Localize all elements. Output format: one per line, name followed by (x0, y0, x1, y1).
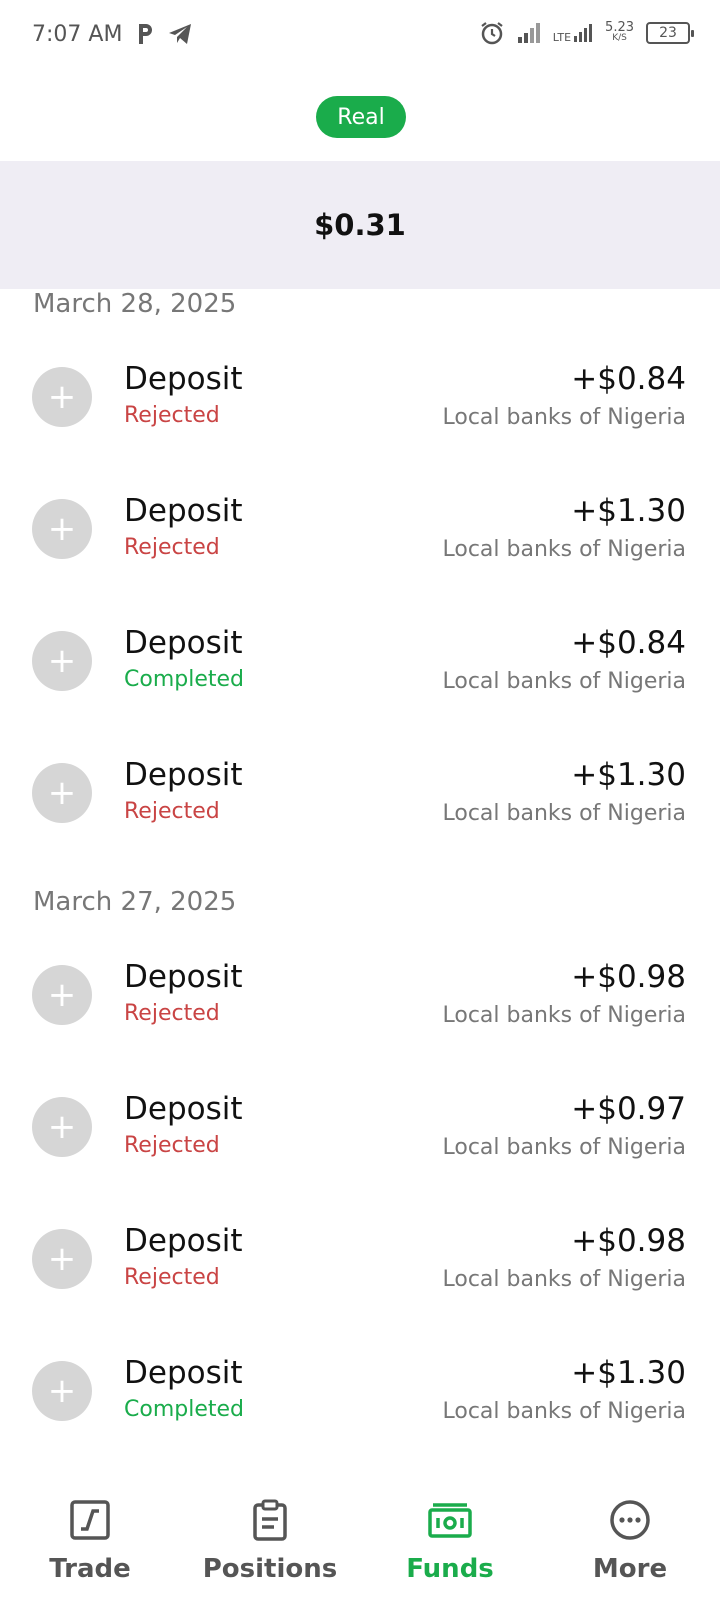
deposit-plus-icon: + (32, 763, 92, 823)
transaction-amount: +$1.30 (571, 757, 686, 793)
transaction-amount: +$1.30 (571, 493, 686, 529)
transaction-list[interactable]: March 28, 2025 + Deposit Rejected +$0.84 Loca… (0, 289, 720, 1459)
telegram-icon (169, 24, 191, 44)
transaction-title: Deposit (124, 361, 243, 397)
deposit-plus-icon: + (32, 367, 92, 427)
nav-label-positions: Positions (202, 1554, 338, 1584)
more-dots-icon (610, 1500, 650, 1540)
transaction-title: Deposit (124, 1223, 243, 1259)
deposit-plus-icon: + (32, 1097, 92, 1157)
nav-label-funds: Funds (406, 1554, 494, 1584)
alarm-icon (481, 22, 503, 45)
deposit-plus-icon: + (32, 1361, 92, 1421)
banknote-icon (428, 1503, 472, 1538)
balance-banner: $0.31 (0, 161, 720, 289)
transaction-row[interactable]: + Deposit Completed +$1.30 Local banks of Ni… (0, 1341, 720, 1451)
transaction-row[interactable]: + Deposit Rejected +$1.30 Local banks of Nig… (0, 743, 720, 853)
status-bar: 7:07 AM LTE 5.23 K/S 23 (0, 0, 720, 72)
nav-label-trade: Trade (49, 1554, 131, 1584)
transaction-method: Local banks of Nigeria (442, 405, 686, 430)
transaction-title: Deposit (124, 1091, 243, 1127)
transaction-row[interactable]: + Deposit Rejected +$0.97 Local banks of Nig… (0, 1077, 720, 1187)
transaction-row[interactable]: + Deposit Completed +$0.84 Local banks of Ni… (0, 611, 720, 721)
transaction-status: Rejected (124, 535, 220, 560)
balance-value: $0.31 (314, 208, 406, 242)
transaction-title: Deposit (124, 959, 243, 995)
transaction-status: Completed (124, 667, 244, 692)
transaction-method: Local banks of Nigeria (442, 537, 686, 562)
deposit-plus-icon: + (32, 631, 92, 691)
signal-icon (517, 23, 540, 43)
status-time: 7:07 AM (32, 22, 123, 47)
transaction-status: Rejected (124, 1265, 220, 1290)
battery-level: 23 (659, 25, 677, 41)
deposit-plus-icon: + (32, 965, 92, 1025)
net-speed: 5.23 K/S (605, 20, 634, 43)
transaction-amount: +$0.97 (571, 1091, 686, 1127)
bottom-nav: Trade Positions Funds More (0, 1472, 720, 1611)
nav-more[interactable]: More (540, 1472, 720, 1611)
transaction-status: Rejected (124, 403, 220, 428)
deposit-plus-icon: + (32, 1229, 92, 1289)
transaction-method: Local banks of Nigeria (442, 1135, 686, 1160)
transaction-row[interactable]: + Deposit Rejected +$1.30 Local banks of Nig… (0, 479, 720, 589)
p-icon (139, 24, 152, 44)
trade-chart-icon (70, 1500, 110, 1540)
nav-trade[interactable]: Trade (0, 1472, 180, 1611)
transaction-status: Rejected (124, 1001, 220, 1026)
transaction-title: Deposit (124, 1355, 243, 1391)
transaction-status: Rejected (124, 1133, 220, 1158)
date-header: March 28, 2025 (33, 289, 237, 319)
transaction-row[interactable]: + Deposit Rejected +$0.84 Local banks of Nig… (0, 347, 720, 457)
transaction-method: Local banks of Nigeria (442, 1267, 686, 1292)
transaction-amount: +$0.98 (571, 959, 686, 995)
account-type-chip[interactable]: Real (316, 96, 406, 138)
transaction-amount: +$0.84 (571, 625, 686, 661)
transaction-row[interactable]: + Deposit Rejected +$0.98 Local banks of Nig… (0, 945, 720, 1055)
battery-icon: 23 (646, 22, 694, 44)
nav-funds[interactable]: Funds (360, 1472, 540, 1611)
nav-label-more: More (592, 1554, 668, 1584)
lte-signal-icon: LTE (553, 23, 593, 43)
transaction-title: Deposit (124, 757, 243, 793)
transaction-method: Local banks of Nigeria (442, 1399, 686, 1424)
deposit-plus-icon: + (32, 499, 92, 559)
transaction-amount: +$0.84 (571, 361, 686, 397)
date-header: March 27, 2025 (33, 887, 237, 917)
nav-positions[interactable]: Positions (180, 1472, 360, 1611)
transaction-row[interactable]: + Deposit Rejected +$0.98 Local banks of Nig… (0, 1209, 720, 1319)
transaction-method: Local banks of Nigeria (442, 1003, 686, 1028)
transaction-method: Local banks of Nigeria (442, 801, 686, 826)
transaction-method: Local banks of Nigeria (442, 669, 686, 694)
clipboard-icon (253, 1499, 287, 1541)
transaction-amount: +$1.30 (571, 1355, 686, 1391)
transaction-status: Completed (124, 1397, 244, 1422)
transaction-title: Deposit (124, 493, 243, 529)
transaction-status: Rejected (124, 799, 220, 824)
transaction-amount: +$0.98 (571, 1223, 686, 1259)
transaction-title: Deposit (124, 625, 243, 661)
